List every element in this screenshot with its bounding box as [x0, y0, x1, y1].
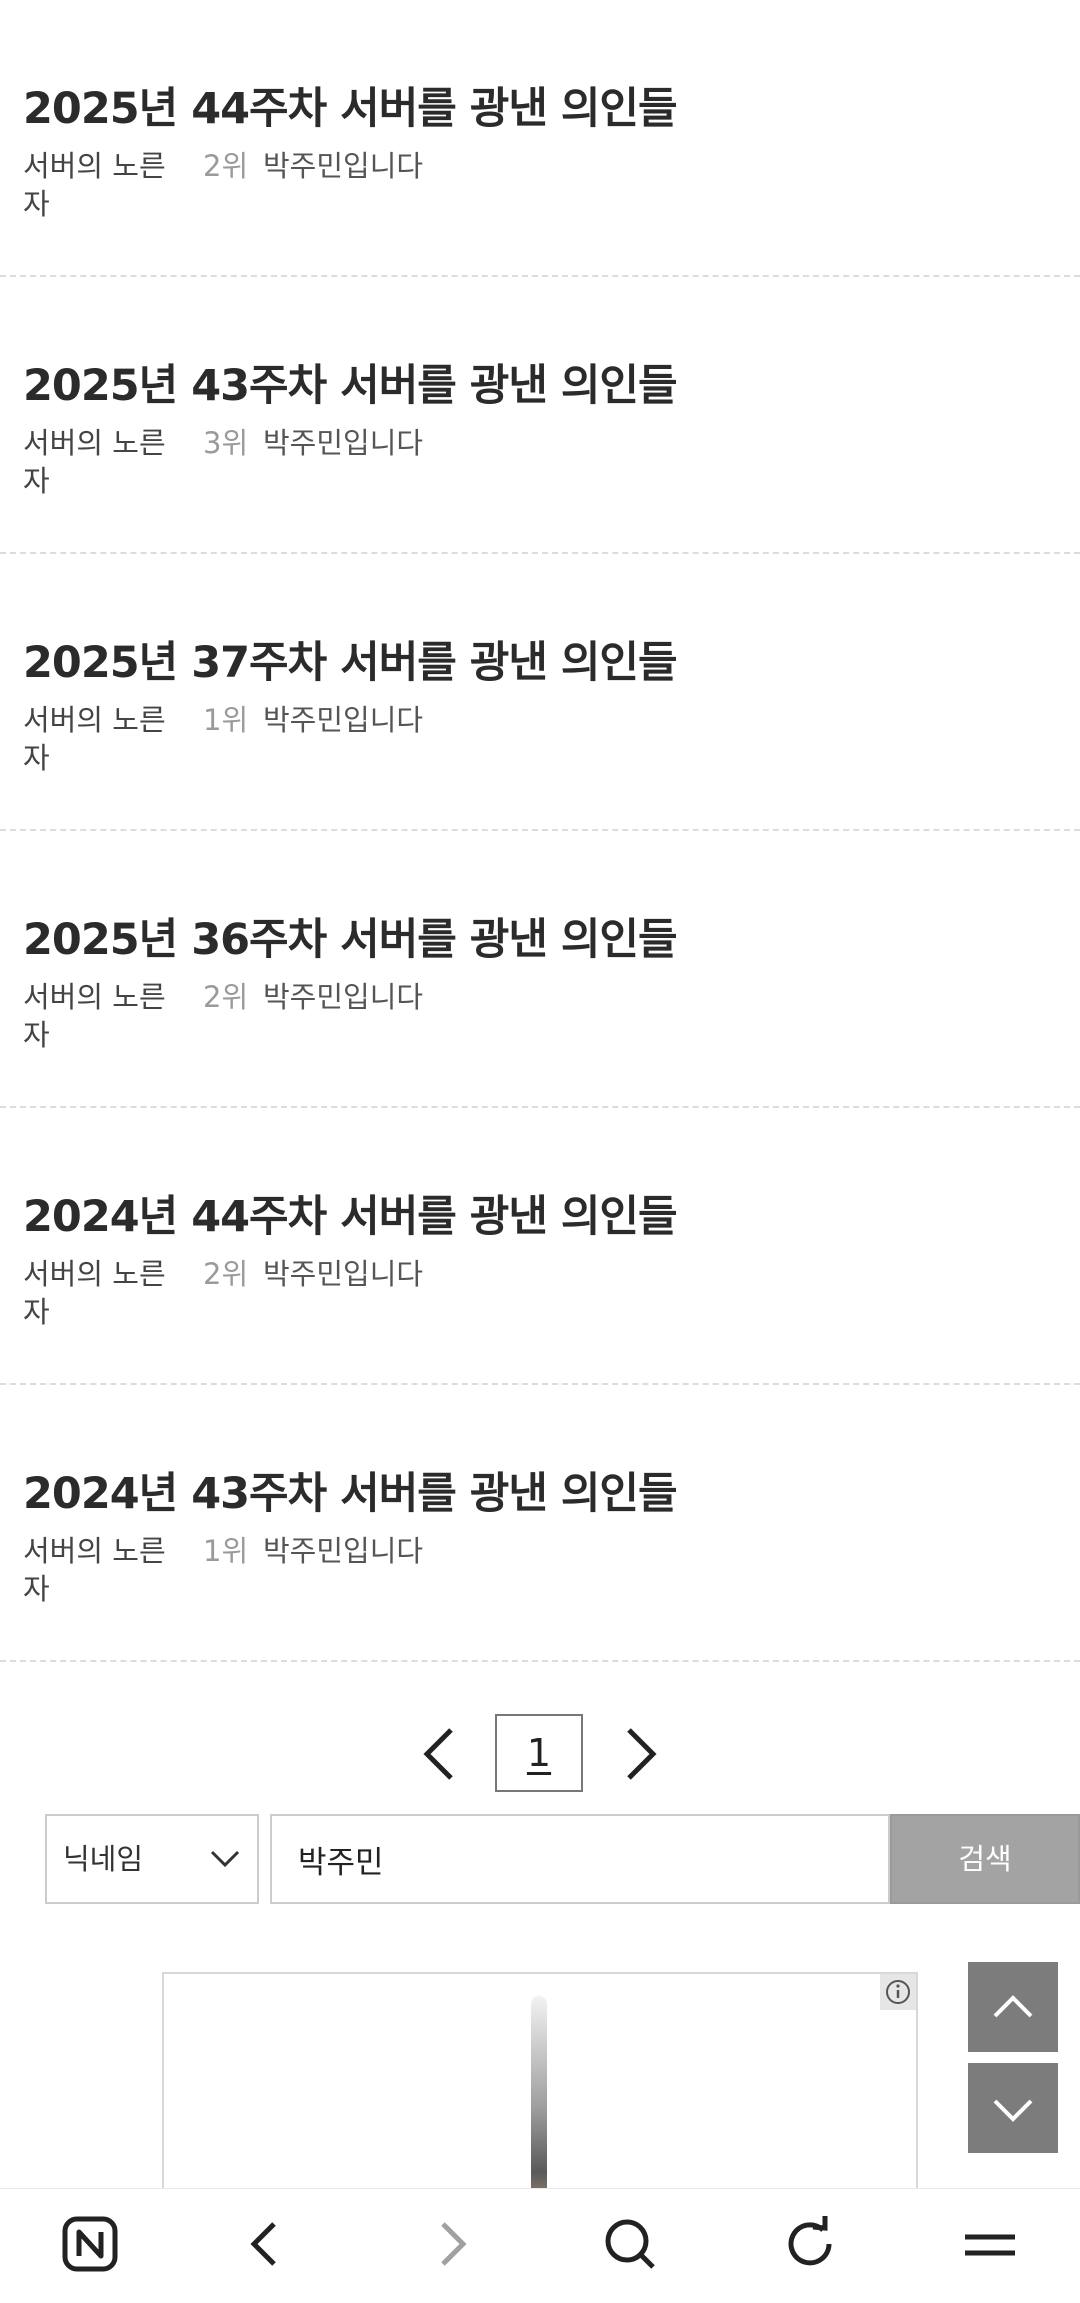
list-item[interactable]: 2025년 36주차 서버를 광낸 의인들 서버의 노른자 2위 박주민입니다: [0, 831, 1080, 1108]
rank-label: 2위: [203, 149, 249, 183]
list-item[interactable]: 2025년 37주차 서버를 광낸 의인들 서버의 노른자 1위 박주민입니다: [0, 554, 1080, 831]
naver-n-icon: [62, 2216, 118, 2272]
post-title[interactable]: 2025년 36주차 서버를 광낸 의인들: [23, 905, 678, 967]
search-input[interactable]: [270, 1814, 890, 1904]
back-arrow-icon: [250, 2222, 276, 2266]
rank-label: 3위: [203, 426, 249, 460]
board-name: 서버의 노른자: [23, 1257, 166, 1329]
current-page[interactable]: 1: [495, 1714, 583, 1792]
rank-label: 2위: [203, 980, 249, 1014]
forward-arrow-icon: [441, 2222, 467, 2266]
author-name: 박주민입니다: [263, 149, 424, 183]
search-button[interactable]: 검색: [890, 1814, 1080, 1904]
browser-toolbar: [0, 2188, 1080, 2303]
chevron-right-icon: [627, 1728, 657, 1780]
board-name: 서버의 노른자: [23, 703, 166, 775]
list-item[interactable]: 2024년 44주차 서버를 광낸 의인들 서버의 노른자 2위 박주민입니다: [0, 1108, 1080, 1385]
author-name: 박주민입니다: [263, 980, 424, 1014]
chevron-down-icon: [993, 2099, 1033, 2122]
search-icon: [605, 2219, 655, 2269]
post-title[interactable]: 2024년 43주차 서버를 광낸 의인들: [23, 1459, 678, 1521]
chevron-down-icon: [210, 1850, 240, 1868]
post-list: 2025년 44주차 서버를 광낸 의인들 서버의 노른자 2위 박주민입니다 …: [0, 0, 1080, 1662]
search-bar: 닉네임 검색: [45, 1814, 1080, 1904]
post-title[interactable]: 2025년 43주차 서버를 광낸 의인들: [23, 351, 678, 413]
post-title[interactable]: 2025년 44주차 서버를 광낸 의인들: [23, 74, 678, 136]
rank-label: 2위: [203, 1257, 249, 1291]
prev-page-button[interactable]: [415, 1726, 465, 1782]
pagination: 1: [0, 1714, 1080, 1794]
post-title[interactable]: 2024년 44주차 서버를 광낸 의인들: [23, 1182, 678, 1244]
list-item[interactable]: 2025년 44주차 서버를 광낸 의인들 서버의 노른자 2위 박주민입니다: [0, 0, 1080, 277]
refresh-icon: [788, 2216, 832, 2266]
rank-label: 1위: [203, 703, 249, 737]
search-button-nav[interactable]: [595, 2209, 665, 2279]
forward-button[interactable]: [415, 2209, 485, 2279]
scroll-bottom-button[interactable]: [968, 2063, 1058, 2153]
back-button[interactable]: [232, 2209, 302, 2279]
menu-button[interactable]: [955, 2209, 1025, 2279]
post-title[interactable]: 2025년 37주차 서버를 광낸 의인들: [23, 628, 678, 690]
rank-label: 1위: [203, 1534, 249, 1568]
board-name: 서버의 노른자: [23, 980, 166, 1052]
info-icon[interactable]: [880, 1974, 916, 2010]
scroll-top-button[interactable]: [968, 1962, 1058, 2052]
list-item[interactable]: 2024년 43주차 서버를 광낸 의인들 서버의 노른자 1위 박주민입니다: [0, 1385, 1080, 1662]
author-name: 박주민입니다: [263, 703, 424, 737]
chevron-up-icon: [993, 1995, 1033, 2018]
author-name: 박주민입니다: [263, 426, 424, 460]
board-name: 서버의 노른자: [23, 149, 166, 221]
board-name: 서버의 노른자: [23, 426, 166, 498]
author-name: 박주민입니다: [263, 1257, 424, 1291]
next-page-button[interactable]: [615, 1726, 665, 1782]
search-field-label: 닉네임: [63, 1842, 144, 1876]
refresh-button[interactable]: [775, 2209, 845, 2279]
home-button[interactable]: [55, 2209, 125, 2279]
chevron-left-icon: [423, 1728, 453, 1780]
search-field-select[interactable]: 닉네임: [45, 1814, 259, 1904]
list-item[interactable]: 2025년 43주차 서버를 광낸 의인들 서버의 노른자 3위 박주민입니다: [0, 277, 1080, 554]
menu-icon: [965, 2234, 1015, 2256]
author-name: 박주민입니다: [263, 1534, 424, 1568]
board-name: 서버의 노른자: [23, 1534, 166, 1606]
